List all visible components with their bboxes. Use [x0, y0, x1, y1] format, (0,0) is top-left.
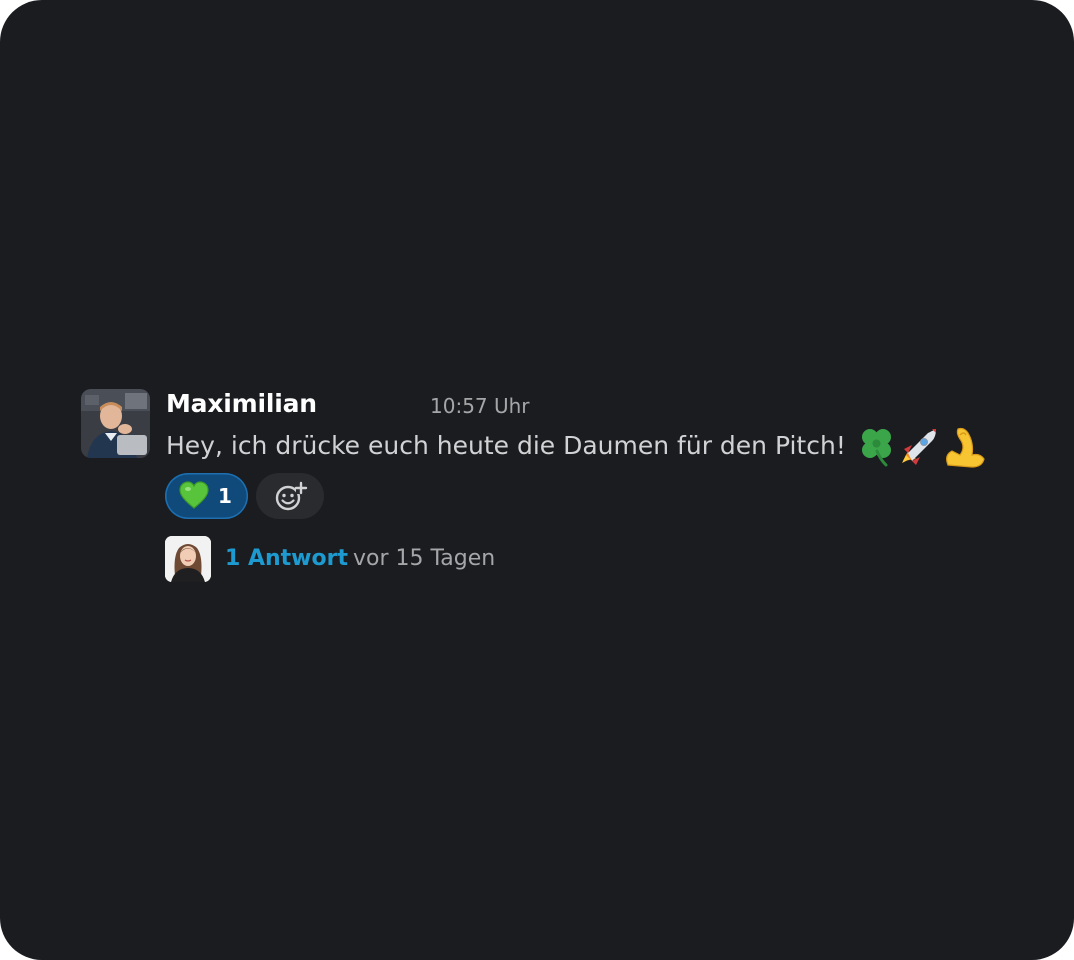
add-reaction-button[interactable]	[256, 473, 324, 519]
reaction-count: 1	[218, 484, 232, 508]
reaction-green-heart[interactable]: 1	[165, 473, 248, 519]
author-avatar[interactable]	[81, 389, 150, 458]
flexed-biceps-icon	[945, 427, 985, 468]
four-leaf-clover-icon	[861, 429, 891, 467]
reply-avatar	[165, 536, 211, 582]
app-window: Maximilian 10:57 Uhr Hey, ich drücke euc…	[0, 0, 1074, 960]
author-name[interactable]: Maximilian	[166, 389, 317, 419]
rocket-icon	[901, 429, 936, 465]
message-emojis	[856, 425, 986, 469]
message-timestamp[interactable]: 10:57 Uhr	[430, 394, 530, 418]
message-text: Hey, ich drücke euch heute die Daumen fü…	[166, 431, 846, 460]
reply-count-link[interactable]: 1 Antwort	[225, 545, 348, 573]
add-reaction-icon	[275, 481, 308, 511]
thread-summary[interactable]: 1 Antwort vor 15 Tagen	[165, 536, 665, 582]
last-reply-time: vor 15 Tagen	[353, 546, 496, 571]
green-heart-icon	[179, 481, 209, 509]
message-item[interactable]: Maximilian 10:57 Uhr Hey, ich drücke euc…	[81, 389, 1041, 589]
